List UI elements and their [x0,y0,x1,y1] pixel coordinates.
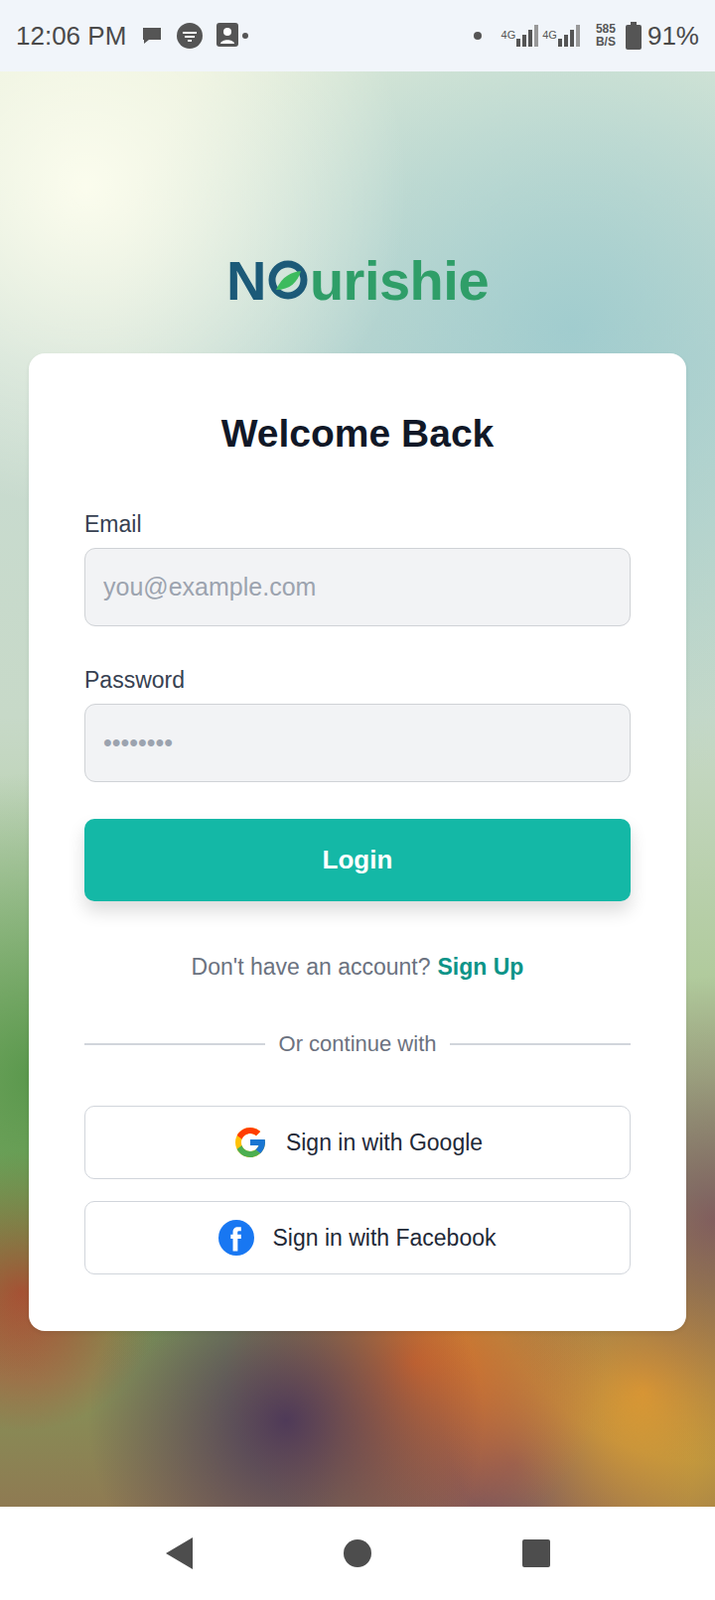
recents-button[interactable] [506,1524,567,1584]
google-logo-icon [232,1125,269,1161]
chat-icon [140,23,164,48]
facebook-signin-button[interactable]: Sign in with Facebook [84,1201,631,1276]
battery-level: 91% [647,16,700,56]
recents-square-icon [521,1539,552,1570]
app-logo: Nurishie [226,249,489,313]
google-signin-button[interactable]: Sign in with Google [84,1106,631,1180]
network-speed: 585 B/S [595,22,616,48]
back-button[interactable] [148,1524,209,1584]
home-button[interactable] [327,1524,388,1584]
login-button[interactable]: Login [84,819,631,902]
speed-unit: B/S [595,35,616,49]
home-circle-icon [342,1539,373,1570]
notification-dot-icon [473,31,482,40]
network-indicator: 4G [501,24,540,47]
login-card: Welcome Back Email Password Login Don't h… [28,353,687,1332]
signup-link[interactable]: Sign Up [437,954,525,981]
social-label: Sign in with Google [286,1126,483,1161]
login-title: Welcome Back [84,411,631,458]
logo-text-start: N [226,249,267,312]
app-icon [175,21,204,50]
signup-prompt: Don't have an account? [191,954,431,981]
network-type: 4G [542,29,558,41]
signal-icon [516,24,539,47]
battery-icon [625,21,642,50]
status-bar: 12:06 PM 4G 4G 585 B/S 91% [0,0,715,72]
signal-icon [558,24,580,47]
email-input[interactable] [84,548,631,627]
system-navigation [0,1507,715,1600]
password-field: Password [84,666,631,783]
field-label: Password [84,666,631,695]
network-type: 4G [501,29,517,41]
social-label: Sign in with Facebook [272,1221,496,1257]
password-input[interactable] [84,704,631,783]
clock: 12:06 PM [15,16,127,56]
leaf-circle-icon [268,260,308,300]
speed-value: 585 [595,22,616,36]
email-field: Email [84,510,631,627]
profile-icon [215,21,250,50]
divider: Or continue with [84,1030,631,1059]
signup-line: Don't have an account?Sign Up [84,953,631,982]
back-triangle-icon [162,1536,195,1573]
logo-text-end: urishie [309,249,489,312]
divider-text: Or continue with [279,1030,437,1059]
background-photo: Nurishie Welcome Back Email Password Logi… [0,71,715,1508]
network-indicator: 4G [542,24,580,47]
facebook-logo-icon [218,1220,255,1257]
field-label: Email [84,510,631,539]
